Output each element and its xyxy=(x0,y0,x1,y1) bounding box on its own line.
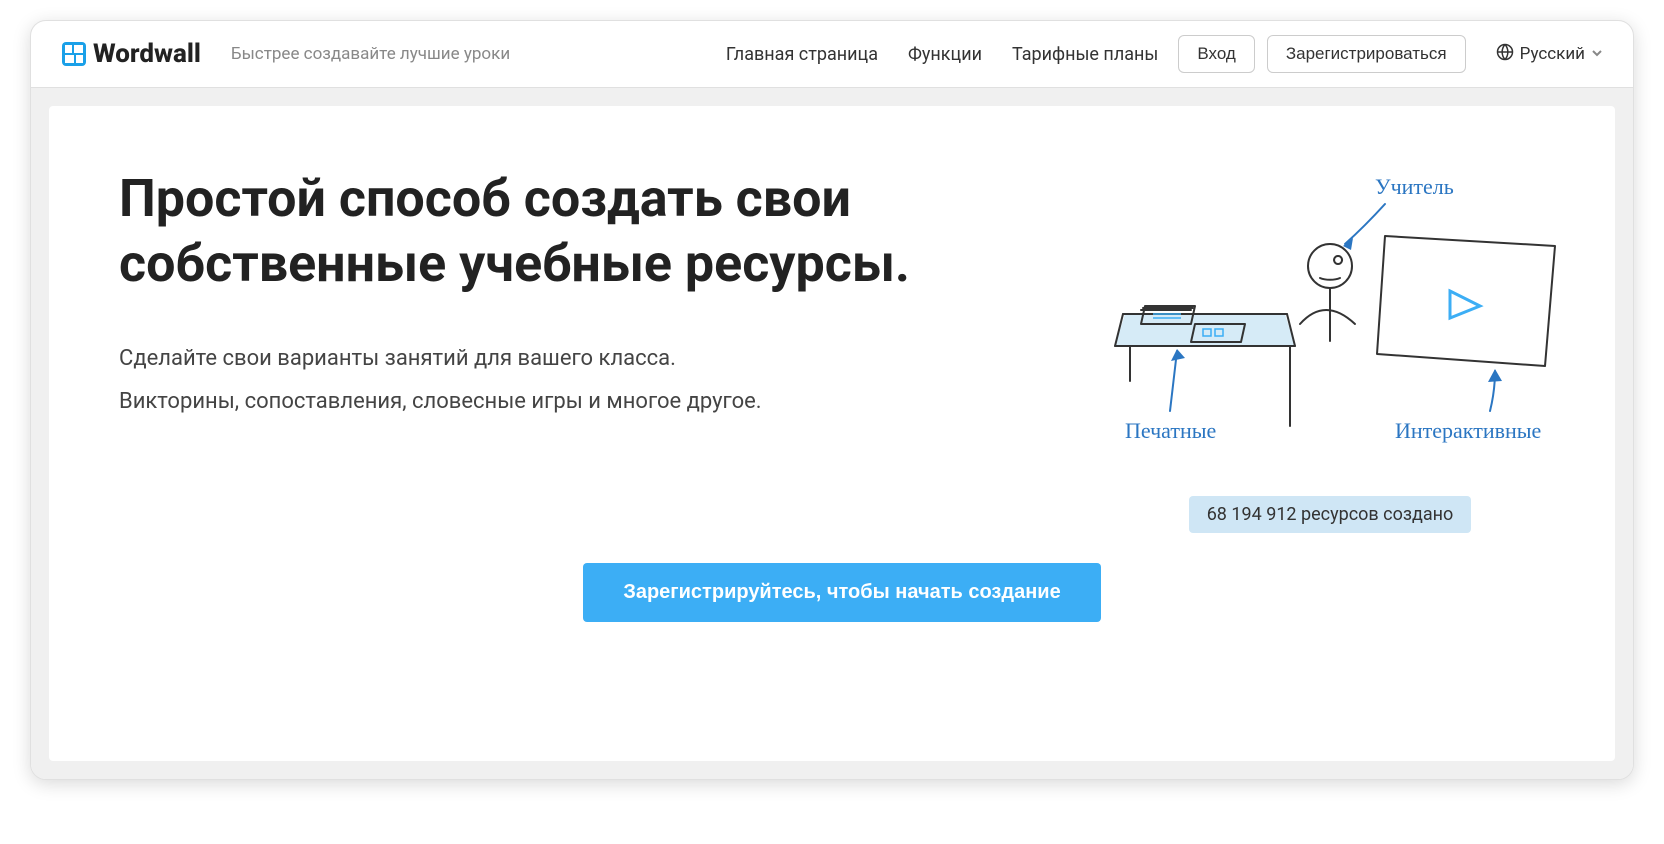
login-button[interactable]: Вход xyxy=(1178,35,1254,73)
hero-text-column: Простой способ создать свои собственные … xyxy=(119,166,1065,533)
label-teacher: Учитель xyxy=(1375,174,1454,199)
nav-home[interactable]: Главная страница xyxy=(726,44,878,65)
start-creating-button[interactable]: Зарегистрируйтесь, чтобы начать создание xyxy=(583,563,1100,622)
resource-counter-badge: 68 194 912 ресурсов создано xyxy=(1189,496,1472,533)
cta-row: Зарегистрируйтесь, чтобы начать создание xyxy=(119,563,1565,622)
header: Wordwall Быстрее создавайте лучшие уроки… xyxy=(31,21,1633,88)
label-printables: Печатные xyxy=(1125,418,1216,443)
teacher-illustration: Учитель xyxy=(1095,166,1565,466)
hero-row: Простой способ создать свои собственные … xyxy=(119,166,1565,533)
hero-illustration-column: Учитель xyxy=(1095,166,1565,533)
register-button[interactable]: Зарегистрироваться xyxy=(1267,35,1466,73)
label-interactives: Интерактивные xyxy=(1395,418,1541,443)
logo[interactable]: Wordwall xyxy=(61,39,201,69)
globe-icon xyxy=(1496,43,1514,66)
logo-text: Wordwall xyxy=(93,39,201,69)
hero-title: Простой способ создать свои собственные … xyxy=(119,166,1065,296)
language-label: Русский xyxy=(1520,44,1585,64)
nav-features[interactable]: Функции xyxy=(908,44,982,65)
auth-buttons: Вход Зарегистрироваться xyxy=(1178,35,1465,73)
content-background: Простой способ создать свои собственные … xyxy=(31,88,1633,779)
main-nav: Главная страница Функции Тарифные планы xyxy=(726,44,1158,65)
hero-card: Простой способ создать свои собственные … xyxy=(49,106,1615,761)
tagline: Быстрее создавайте лучшие уроки xyxy=(231,44,510,64)
page-frame: Wordwall Быстрее создавайте лучшие уроки… xyxy=(30,20,1634,780)
logo-icon xyxy=(61,41,87,67)
hero-subtext-2: Викторины, сопоставления, словесные игры… xyxy=(119,389,1065,414)
language-selector[interactable]: Русский xyxy=(1496,43,1603,66)
chevron-down-icon xyxy=(1591,44,1603,64)
nav-pricing[interactable]: Тарифные планы xyxy=(1012,44,1158,65)
hero-subtext-1: Сделайте свои варианты занятий для вашег… xyxy=(119,346,1065,371)
